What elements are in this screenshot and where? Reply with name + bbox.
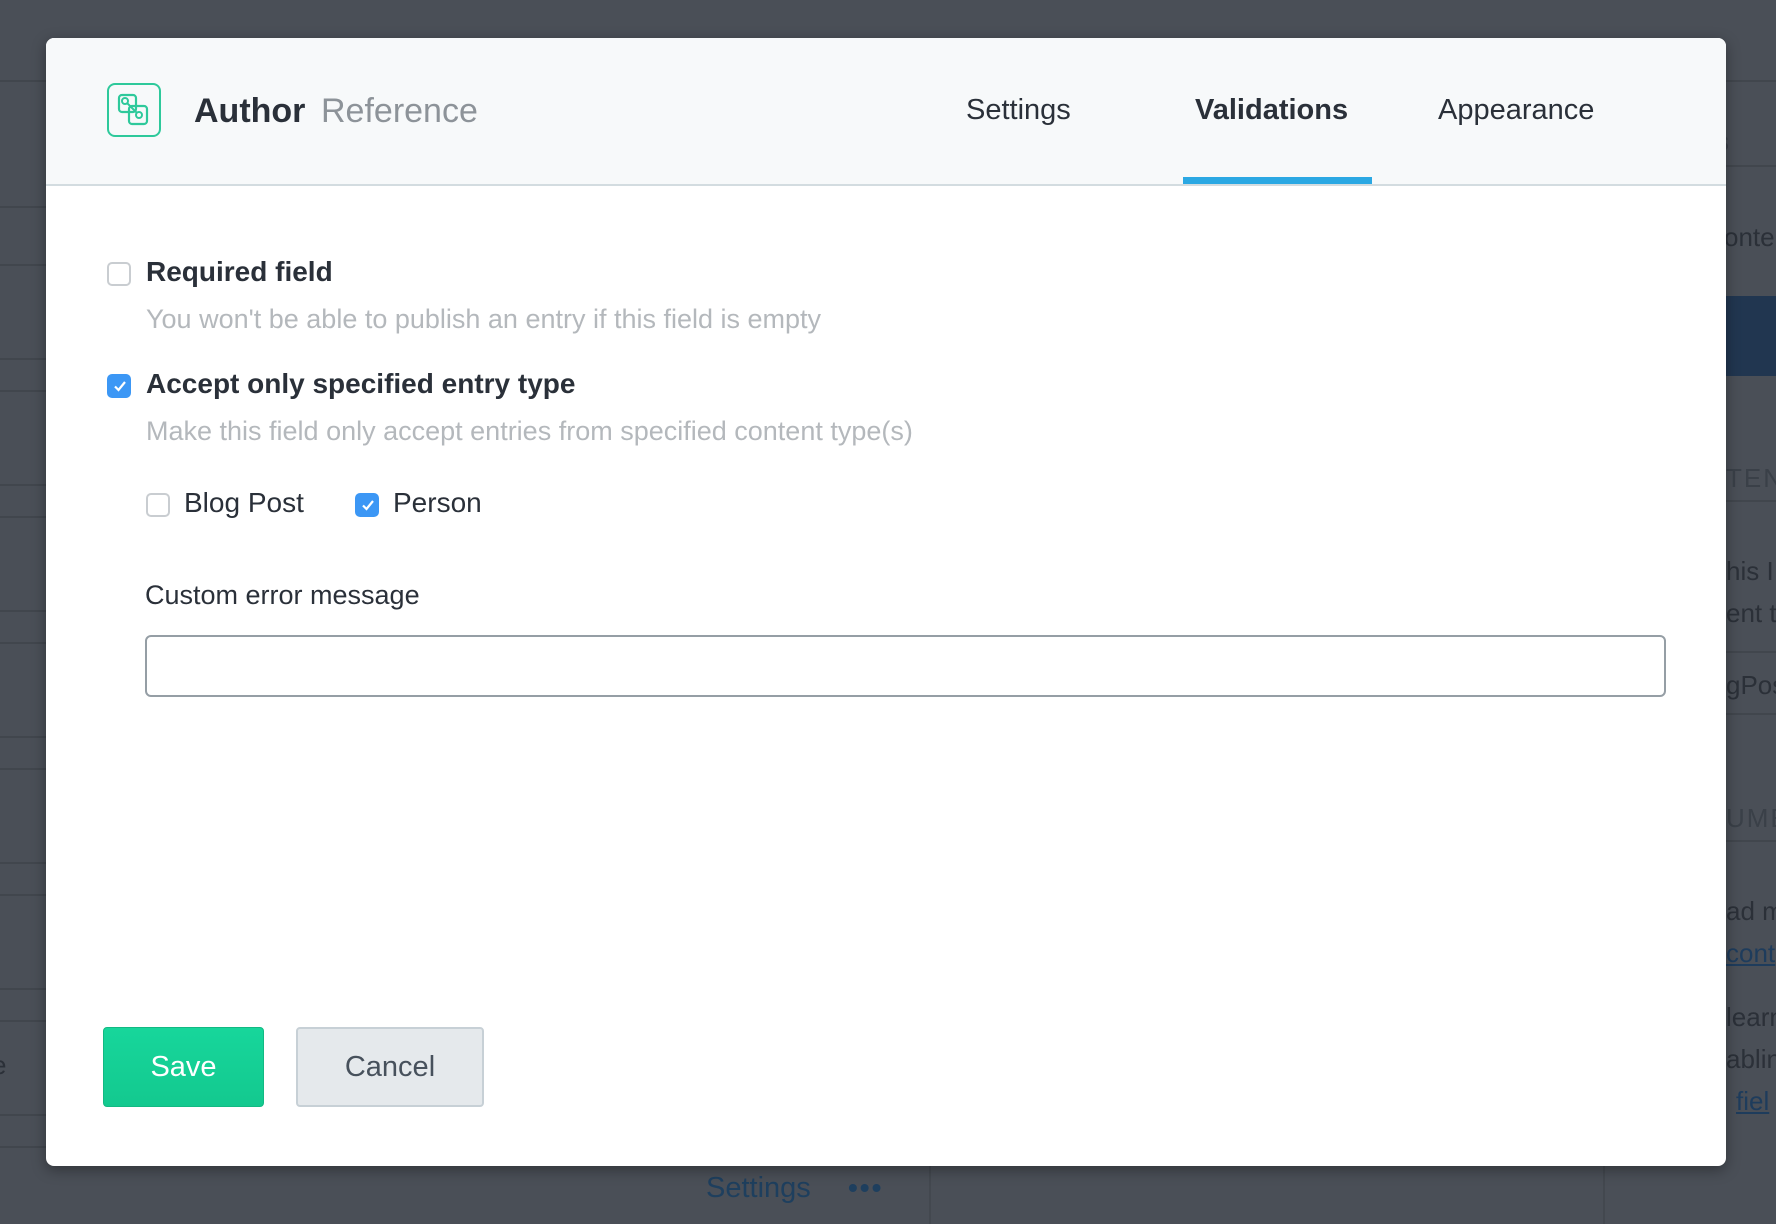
tab-appearance[interactable]: Appearance bbox=[1438, 94, 1594, 184]
bg-divider bbox=[1726, 651, 1776, 653]
bg-divider bbox=[0, 988, 46, 990]
bg-divider bbox=[0, 894, 46, 896]
field-settings-modal: Author Reference Settings Validations Ap… bbox=[46, 38, 1726, 1166]
field-name: Author bbox=[194, 92, 306, 130]
active-tab-indicator bbox=[1183, 177, 1372, 184]
bg-text-fragment: gPos bbox=[1726, 670, 1776, 700]
bg-text-fragment: his II bbox=[1726, 556, 1776, 586]
bg-text-fragment: e bbox=[0, 1050, 6, 1081]
bg-divider bbox=[929, 1166, 931, 1224]
content-type-blog-post-label[interactable]: Blog Post bbox=[184, 487, 304, 519]
entry-type-label: Accept only specified entry type bbox=[146, 368, 576, 399]
bg-more-icon: ••• bbox=[848, 1172, 884, 1203]
bg-divider bbox=[0, 264, 46, 266]
bg-divider bbox=[0, 736, 46, 738]
bg-link-fragment: cont bbox=[1726, 938, 1776, 968]
bg-divider bbox=[0, 206, 46, 208]
modal-header: Author Reference Settings Validations Ap… bbox=[46, 38, 1726, 186]
bg-text-fragment: learn bbox=[1726, 1002, 1776, 1032]
bg-divider bbox=[0, 610, 46, 612]
bg-divider bbox=[0, 358, 46, 360]
bg-divider bbox=[0, 642, 46, 644]
bg-divider bbox=[1726, 713, 1776, 715]
bg-divider bbox=[0, 390, 46, 392]
bg-text-fragment: TENT bbox=[1726, 463, 1776, 493]
bg-text-fragment: UME bbox=[1726, 803, 1776, 833]
entry-type-help: Make this field only accept entries from… bbox=[146, 416, 913, 446]
bg-divider bbox=[0, 484, 46, 486]
bg-divider bbox=[1726, 165, 1776, 167]
bg-divider bbox=[0, 1020, 46, 1022]
bg-divider bbox=[0, 1146, 46, 1148]
bg-divider bbox=[0, 768, 46, 770]
bg-divider bbox=[0, 862, 46, 864]
custom-error-input[interactable] bbox=[145, 635, 1666, 697]
bg-divider bbox=[1603, 1166, 1605, 1224]
custom-error-label: Custom error message bbox=[145, 580, 420, 610]
bg-text-fragment: ad m bbox=[1726, 896, 1776, 926]
bg-divider bbox=[0, 80, 46, 82]
bg-text-fragment: ent ty bbox=[1726, 598, 1776, 628]
required-field-label: Required field bbox=[146, 256, 333, 287]
save-button[interactable]: Save bbox=[103, 1027, 264, 1107]
required-field-checkbox[interactable] bbox=[107, 262, 131, 286]
cancel-button[interactable]: Cancel bbox=[296, 1027, 484, 1107]
bg-divider bbox=[0, 516, 46, 518]
bg-text-fragment: ablin bbox=[1726, 1044, 1776, 1074]
reference-icon bbox=[107, 83, 161, 137]
content-type-person-checkbox[interactable] bbox=[355, 493, 379, 517]
field-type: Reference bbox=[321, 92, 478, 130]
bg-divider bbox=[0, 1114, 46, 1116]
tab-validations[interactable]: Validations bbox=[1195, 94, 1348, 184]
bg-text-fragment: onte bbox=[1724, 222, 1775, 252]
bg-primary-button bbox=[1726, 296, 1776, 376]
content-type-blog-post-checkbox[interactable] bbox=[146, 493, 170, 517]
bg-divider bbox=[1726, 840, 1776, 842]
entry-type-checkbox[interactable] bbox=[107, 374, 131, 398]
tab-settings[interactable]: Settings bbox=[966, 94, 1071, 184]
bg-divider bbox=[1726, 80, 1776, 82]
bg-settings-link: Settings bbox=[706, 1172, 811, 1204]
required-field-help: You won't be able to publish an entry if… bbox=[146, 304, 822, 334]
content-type-person-label[interactable]: Person bbox=[393, 487, 482, 519]
bg-divider bbox=[1726, 500, 1776, 502]
bg-link-fragment: fiel bbox=[1736, 1086, 1770, 1116]
